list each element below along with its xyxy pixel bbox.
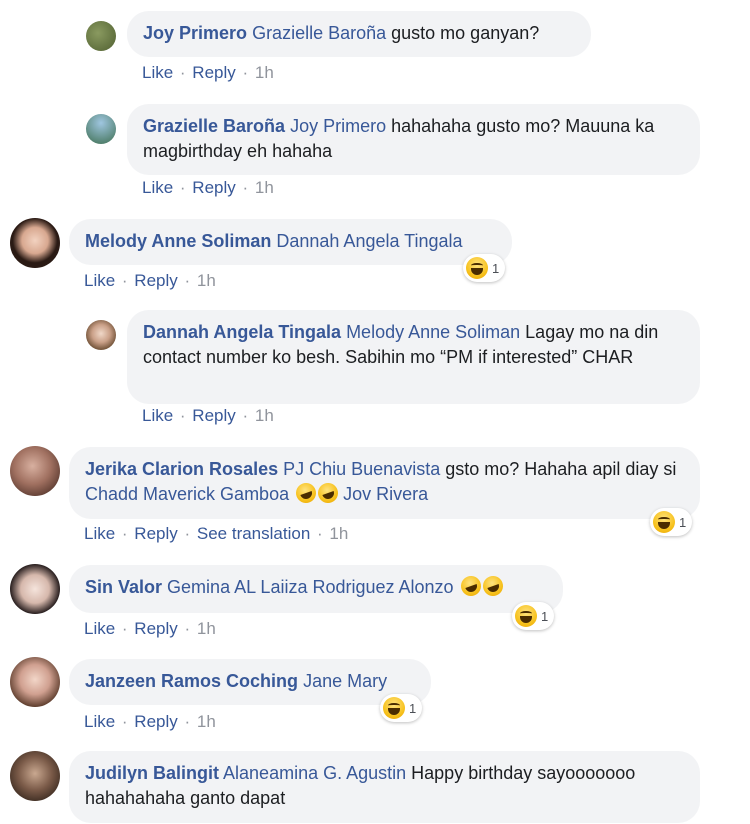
- comment-bubble: Jerika Clarion Rosales PJ Chiu Buenavist…: [69, 447, 700, 519]
- comment-mention[interactable]: Jane Mary: [303, 671, 387, 691]
- comment-mention[interactable]: Alaneamina G. Agustin: [223, 763, 406, 783]
- like-button[interactable]: Like: [142, 63, 173, 82]
- like-button[interactable]: Like: [84, 524, 115, 543]
- comment-actions: Like · Reply · 1h: [84, 271, 216, 290]
- reaction-count: 1: [409, 700, 417, 716]
- comment-time[interactable]: 1h: [329, 524, 348, 543]
- comment-text: [454, 577, 459, 597]
- comment-bubble: Joy Primero Grazielle Baroña gusto mo ga…: [127, 11, 591, 57]
- like-button[interactable]: Like: [142, 178, 173, 197]
- avatar[interactable]: [10, 218, 60, 268]
- comment-actions: Like · Reply · 1h: [142, 63, 274, 82]
- comment-actions: Like · Reply · 1h: [142, 178, 274, 197]
- comment-time[interactable]: 1h: [255, 406, 274, 425]
- reaction-badge[interactable]: 1: [463, 254, 506, 282]
- comment-bubble: Sin Valor Gemina AL Laiiza Rodriguez Alo…: [69, 565, 563, 613]
- like-button[interactable]: Like: [84, 712, 115, 731]
- comment-author[interactable]: Grazielle Baroña: [143, 116, 285, 136]
- reaction-badge[interactable]: 1: [650, 508, 693, 536]
- like-button[interactable]: Like: [142, 406, 173, 425]
- comment-mention[interactable]: Jov Rivera: [343, 484, 428, 504]
- avatar[interactable]: [10, 657, 60, 707]
- comment-actions: Like · Reply · See translation · 1h: [84, 524, 349, 543]
- reaction-count: 1: [541, 608, 549, 624]
- comment-author[interactable]: Dannah Angela Tingala: [143, 322, 341, 342]
- comment-author[interactable]: Judilyn Balingit: [85, 763, 219, 783]
- haha-reaction-icon: [383, 697, 405, 719]
- comment-time[interactable]: 1h: [255, 63, 274, 82]
- comment-author[interactable]: Melody Anne Soliman: [85, 231, 271, 251]
- avatar[interactable]: [10, 564, 60, 614]
- reply-button[interactable]: Reply: [192, 406, 235, 425]
- avatar[interactable]: [10, 446, 60, 496]
- comment-author[interactable]: Joy Primero: [143, 23, 247, 43]
- like-button[interactable]: Like: [84, 619, 115, 638]
- rofl-emoji-icon: [293, 480, 319, 506]
- comment-text: gusto mo ganyan?: [386, 23, 540, 43]
- comment-mention[interactable]: Gemina AL Laiiza Rodriguez Alonzo: [167, 577, 454, 597]
- comment-mention[interactable]: Dannah Angela Tingala: [276, 231, 462, 251]
- reaction-badge[interactable]: 1: [380, 694, 423, 722]
- comment-time[interactable]: 1h: [197, 712, 216, 731]
- reply-button[interactable]: Reply: [134, 619, 177, 638]
- comment-bubble: Janzeen Ramos Coching Jane Mary: [69, 659, 431, 705]
- rofl-emoji-icon: [457, 573, 484, 599]
- comment-time[interactable]: 1h: [255, 178, 274, 197]
- comment-mention[interactable]: Melody Anne Soliman: [346, 322, 520, 342]
- haha-reaction-icon: [466, 257, 488, 279]
- reply-button[interactable]: Reply: [192, 63, 235, 82]
- comment-author[interactable]: Sin Valor: [85, 577, 162, 597]
- comment-text: gsto mo? Hahaha apil diay si: [440, 459, 677, 479]
- comment-bubble: Grazielle Baroña Joy Primero hahahaha gu…: [127, 104, 700, 175]
- reaction-badge[interactable]: 1: [512, 602, 555, 630]
- haha-reaction-icon: [515, 605, 537, 627]
- comment-author[interactable]: Jerika Clarion Rosales: [85, 459, 278, 479]
- comment-bubble: Judilyn Balingit Alaneamina G. Agustin H…: [69, 751, 700, 823]
- reaction-count: 1: [492, 260, 500, 276]
- reply-button[interactable]: Reply: [134, 712, 177, 731]
- comment-mention[interactable]: Chadd Maverick Gamboa: [85, 484, 289, 504]
- comment-actions: Like · Reply · 1h: [84, 619, 216, 638]
- comment-author[interactable]: Janzeen Ramos Coching: [85, 671, 298, 691]
- avatar[interactable]: [10, 751, 60, 801]
- avatar[interactable]: [86, 320, 116, 350]
- reply-button[interactable]: Reply: [134, 524, 177, 543]
- reply-button[interactable]: Reply: [192, 178, 235, 197]
- comment-actions: Like · Reply · 1h: [142, 406, 274, 425]
- avatar[interactable]: [86, 114, 116, 144]
- comment-bubble: Dannah Angela Tingala Melody Anne Solima…: [127, 310, 700, 404]
- see-translation-link[interactable]: See translation: [197, 524, 310, 543]
- comment-time[interactable]: 1h: [197, 619, 216, 638]
- comment-bubble: Melody Anne Soliman Dannah Angela Tingal…: [69, 219, 512, 265]
- rofl-emoji-icon: [479, 573, 506, 599]
- comment-mention[interactable]: Joy Primero: [290, 116, 386, 136]
- haha-reaction-icon: [653, 511, 675, 533]
- avatar[interactable]: [86, 21, 116, 51]
- comment-actions: Like · Reply · 1h: [84, 712, 216, 731]
- comment-mention[interactable]: Grazielle Baroña: [252, 23, 386, 43]
- reaction-count: 1: [679, 514, 687, 530]
- like-button[interactable]: Like: [84, 271, 115, 290]
- reply-button[interactable]: Reply: [134, 271, 177, 290]
- comment-mention[interactable]: PJ Chiu Buenavista: [283, 459, 440, 479]
- comment-time[interactable]: 1h: [197, 271, 216, 290]
